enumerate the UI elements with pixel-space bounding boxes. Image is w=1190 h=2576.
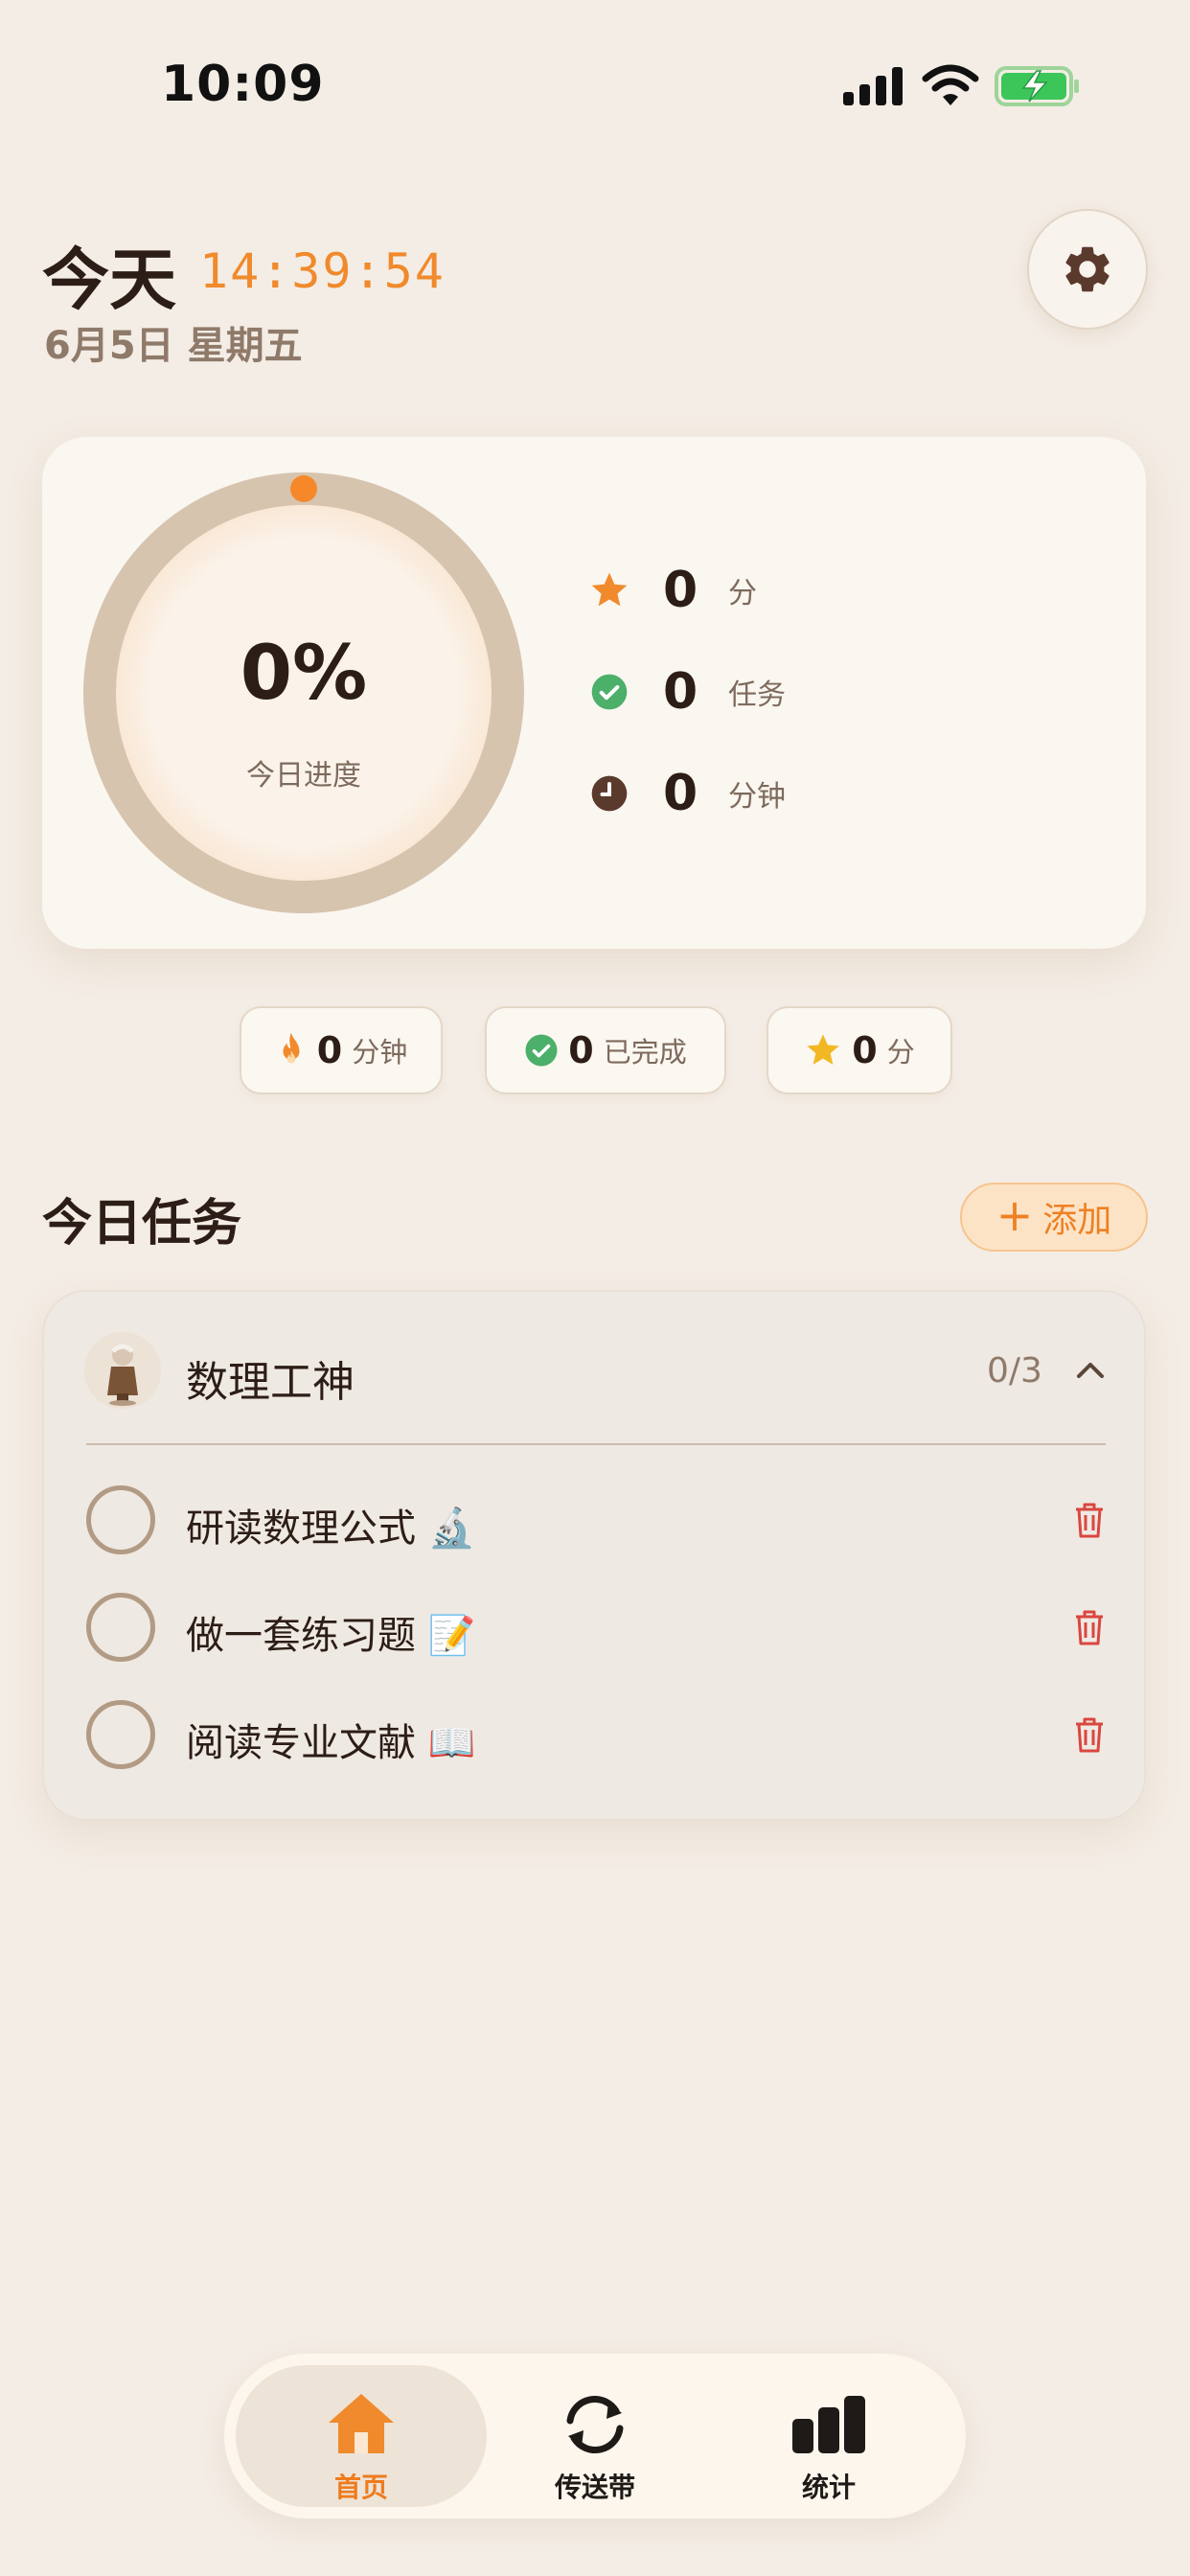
stat-unit: 分钟 (728, 780, 786, 814)
nav-label: 首页 (333, 2472, 388, 2503)
task-label: 阅读专业文献 📖 (186, 1721, 476, 1765)
current-date: 6月5日 星期五 (44, 324, 303, 368)
chip-value: 0 (316, 1029, 343, 1071)
add-task-button[interactable]: + 添加 (960, 1183, 1148, 1252)
signal-icon (843, 67, 904, 105)
progress-percent: 0% (240, 631, 368, 717)
clock-icon (584, 769, 634, 818)
group-progress-count: 0/3 (987, 1351, 1042, 1391)
status-time: 10:09 (161, 56, 325, 113)
progress-ring: 0% 今日进度 (82, 472, 525, 914)
home-icon (236, 2390, 487, 2457)
stat-value: 0 (663, 663, 698, 721)
nav-item-stats[interactable]: 统计 (703, 2365, 954, 2507)
add-task-label: 添加 (1042, 1201, 1112, 1240)
nav-item-home[interactable]: 首页 (236, 2365, 487, 2507)
task-label: 研读数理公式 🔬 (186, 1506, 476, 1551)
group-divider (86, 1443, 1106, 1445)
stat-value: 0 (663, 562, 698, 619)
nav-label: 统计 (801, 2472, 856, 2503)
bar-chart-icon (703, 2390, 954, 2457)
sync-icon (469, 2390, 721, 2457)
check-circle-icon (525, 1034, 558, 1067)
chip-label: 已完成 (603, 1036, 687, 1069)
tasks-section-title: 今日任务 (42, 1195, 242, 1253)
wifi-icon (922, 64, 979, 105)
chip-label: 分 (886, 1036, 915, 1069)
task-item: 做一套练习题 📝 (86, 1589, 1106, 1666)
task-label: 做一套练习题 📝 (186, 1614, 476, 1658)
group-name: 数理工神 (186, 1358, 355, 1407)
trash-icon[interactable] (1073, 1608, 1106, 1646)
flame-icon (283, 1032, 300, 1064)
chevron-up-icon[interactable] (1069, 1349, 1111, 1392)
chip-completed: 0 已完成 (485, 1006, 726, 1094)
stat-value: 0 (663, 765, 698, 822)
stat-points: 0 分 (584, 560, 757, 621)
settings-button[interactable] (1027, 209, 1148, 330)
task-checkbox[interactable] (86, 1700, 155, 1769)
star-icon (584, 565, 634, 615)
chip-value: 0 (852, 1029, 878, 1071)
progress-label: 今日进度 (246, 759, 361, 793)
chip-points: 0 分 (767, 1006, 952, 1094)
page-title: 今天 (42, 241, 176, 319)
chip-label: 分钟 (352, 1036, 408, 1069)
stat-tasks: 0 任务 (584, 661, 786, 723)
chip-focus-minutes: 0 分钟 (240, 1006, 443, 1094)
task-group-card: 数理工神 0/3 研读数理公式 🔬 做一套练习题 📝 阅读专业文献 📖 (42, 1290, 1146, 1821)
nav-item-conveyor[interactable]: 传送带 (469, 2365, 721, 2507)
group-avatar (84, 1332, 161, 1409)
stat-unit: 任务 (728, 678, 786, 712)
stat-minutes: 0 分钟 (584, 763, 786, 824)
nav-label: 传送带 (554, 2472, 635, 2503)
progress-card: 0% 今日进度 0 分 0 任务 0 分钟 (42, 437, 1146, 949)
stat-unit: 分 (728, 577, 757, 610)
gear-icon (1065, 246, 1110, 292)
task-checkbox[interactable] (86, 1593, 155, 1662)
bottom-nav: 首页 传送带 统计 (224, 2354, 966, 2518)
task-checkbox[interactable] (86, 1485, 155, 1554)
trash-icon[interactable] (1073, 1715, 1106, 1754)
current-time: 14:39:54 (199, 243, 446, 299)
task-item: 阅读专业文献 📖 (86, 1696, 1106, 1773)
plus-icon: + (995, 1189, 1034, 1241)
chip-value: 0 (568, 1029, 594, 1071)
battery-icon (995, 66, 1079, 106)
status-bar: 10:09 (0, 0, 1190, 163)
trash-icon[interactable] (1073, 1501, 1106, 1539)
task-item: 研读数理公式 🔬 (86, 1482, 1106, 1558)
star-icon (807, 1034, 839, 1065)
check-circle-icon (584, 667, 634, 717)
